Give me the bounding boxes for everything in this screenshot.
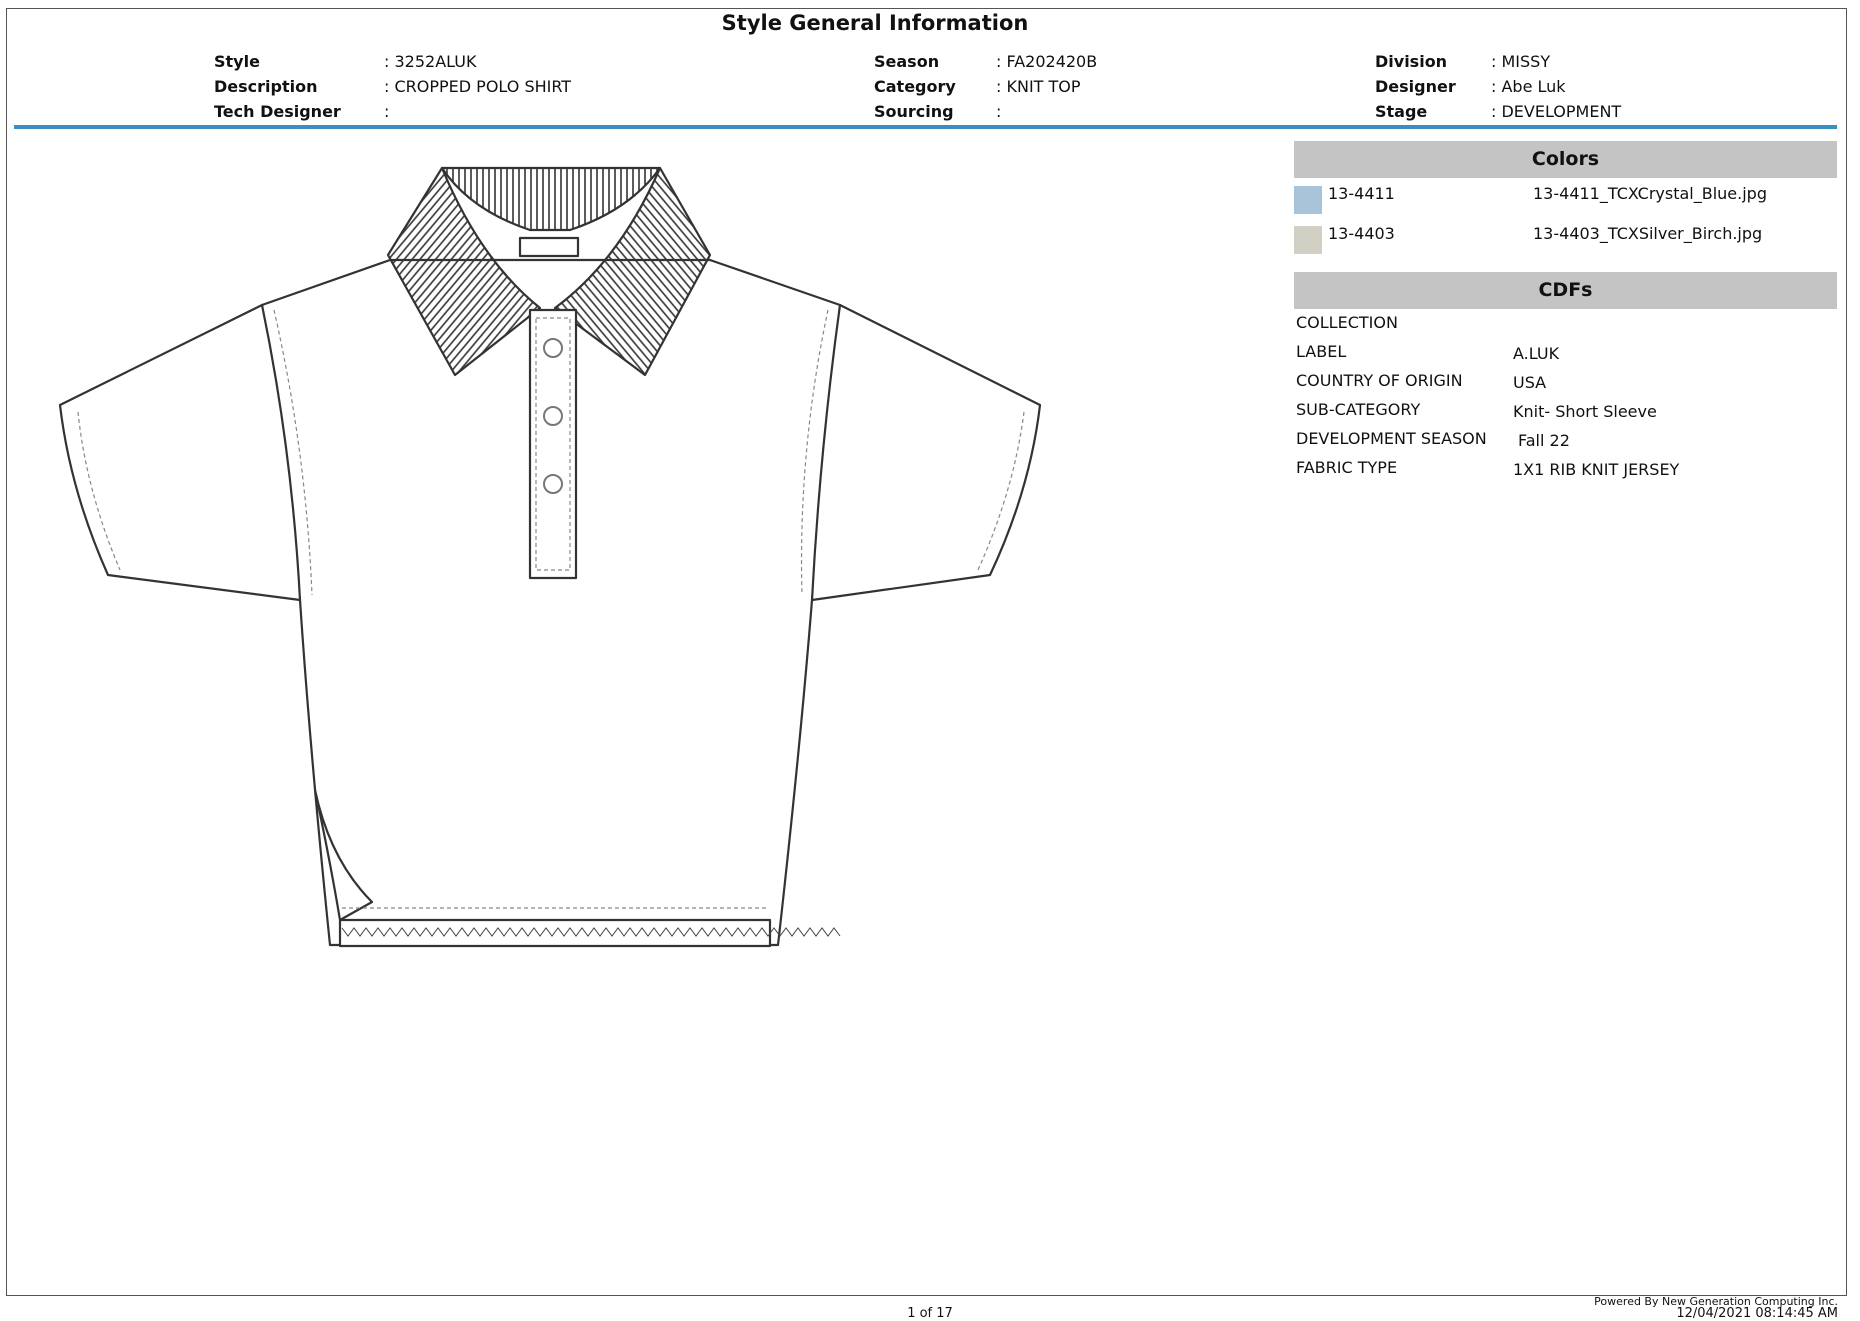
division-label: Division [1375,52,1448,71]
cdf-label-dev-season: DEVELOPMENT SEASON [1296,429,1487,448]
cdf-label-subcategory: SUB-CATEGORY [1296,400,1421,419]
cdf-value-label: A.LUK [1513,344,1560,363]
color-swatch [1294,186,1322,214]
cdf-label-fabric: FABRIC TYPE [1296,458,1398,477]
cdf-value-fabric: 1X1 RIB KNIT JERSEY [1513,460,1680,479]
cdf-label-label: LABEL [1296,342,1347,361]
polo-shirt-sketch [58,166,1042,948]
description-label: Description [214,77,318,96]
sourcing-value: : [996,102,1002,121]
print-timestamp: 12/04/2021 08:14:45 AM [1676,1306,1838,1321]
color-file-link[interactable]: 13-4403_TCXSilver_Birch.jpg [1533,224,1762,243]
tech-designer-label: Tech Designer [214,102,341,121]
season-value: : FA202420B [996,52,1098,71]
color-swatch [1294,226,1322,254]
category-label: Category [874,77,956,96]
cdf-value-country: USA [1513,373,1547,392]
division-value: : MISSY [1491,52,1551,71]
page-title: Style General Information [721,11,1029,35]
style-label: Style [214,52,260,71]
header-divider [14,125,1837,129]
cdf-value-subcategory: Knit- Short Sleeve [1513,402,1657,421]
cdf-label-collection: COLLECTION [1296,313,1398,332]
tech-designer-value: : [384,102,390,121]
page-number: 1 of 17 [907,1306,953,1321]
color-file-link[interactable]: 13-4411_TCXCrystal_Blue.jpg [1533,184,1767,203]
cdf-label-country: COUNTRY OF ORIGIN [1296,371,1463,390]
sourcing-label: Sourcing [874,102,954,121]
season-label: Season [874,52,940,71]
colors-heading: Colors [1294,141,1837,178]
designer-label: Designer [1375,77,1456,96]
style-value: : 3252ALUK [384,52,477,71]
color-code: 13-4403 [1328,224,1395,243]
cdf-value-dev-season: Fall 22 [1518,431,1570,450]
stage-value: : DEVELOPMENT [1491,102,1622,121]
cdfs-heading: CDFs [1294,272,1837,309]
description-value: : CROPPED POLO SHIRT [384,77,572,96]
designer-value: : Abe Luk [1491,77,1566,96]
stage-label: Stage [1375,102,1428,121]
color-code: 13-4411 [1328,184,1395,203]
category-value: : KNIT TOP [996,77,1081,96]
